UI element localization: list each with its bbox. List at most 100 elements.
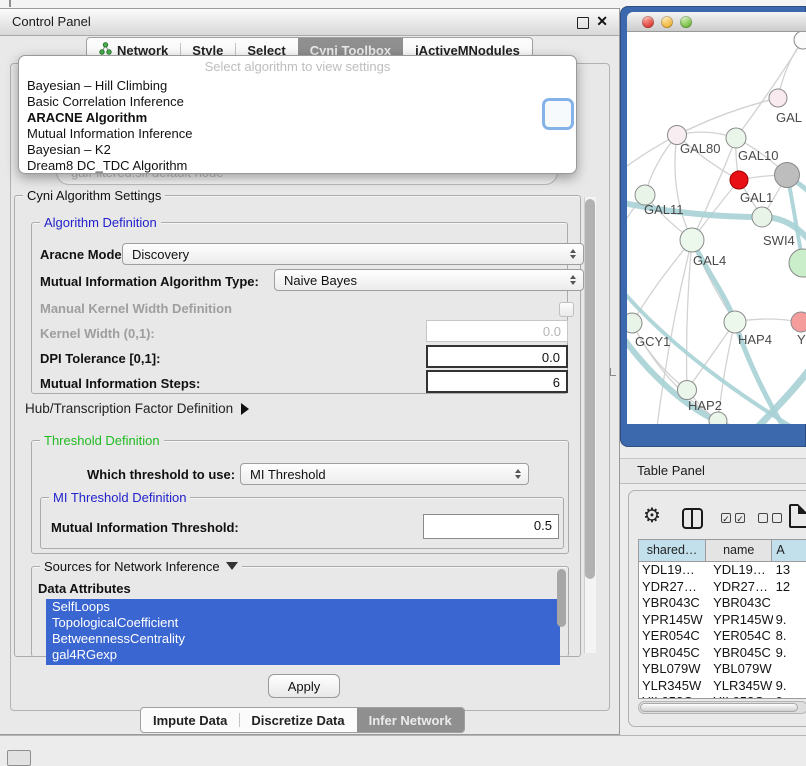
network-window-titlebar[interactable] (627, 12, 806, 32)
panel-splitter-handle[interactable] (610, 368, 616, 376)
table-cell: YBR043C (706, 595, 773, 612)
network-node[interactable] (752, 207, 772, 227)
table-cell: YBR045C (706, 645, 773, 662)
which-threshold-value: MI Threshold (250, 467, 326, 482)
sources-group-title[interactable]: Sources for Network Inference (40, 559, 242, 574)
table-cell: YBL079W (706, 661, 773, 678)
float-window-icon[interactable] (577, 17, 589, 29)
table-cell: 9. (773, 678, 806, 695)
apply-button[interactable]: Apply (268, 674, 340, 698)
data-attribute-item[interactable]: BetweennessCentrality (46, 631, 560, 647)
control-panel-titlebar: Control Panel ✕ (0, 9, 619, 36)
algorithm-option[interactable]: Basic Correlation Inference (19, 94, 576, 110)
network-node[interactable] (709, 412, 727, 424)
stepper-arrows-icon (570, 249, 576, 259)
dpi-tolerance-input[interactable]: 0.0 (426, 345, 568, 368)
settings-group-title: Cyni Algorithm Settings (23, 188, 165, 203)
table-panel-title: Table Panel (637, 459, 705, 483)
algorithm-option[interactable]: Bayesian – K2 (19, 142, 576, 158)
column-header[interactable]: name (706, 540, 772, 562)
network-node-label: HAP4 (738, 332, 772, 347)
network-canvas[interactable]: GALGAL80GAL10GAL1GAL11SWI4GAL4GCY1HAP4YH… (627, 32, 806, 424)
kernel-width-input[interactable]: 0.0 (426, 320, 568, 342)
network-node-label: GAL1 (740, 190, 773, 205)
manual-kernel-checkbox[interactable] (559, 302, 574, 317)
data-attribute-item[interactable]: SelfLoops (46, 599, 560, 615)
column-header[interactable]: A (772, 540, 806, 562)
table-cell: YER054C (706, 628, 773, 645)
hide-columns-icon[interactable] (758, 513, 782, 523)
table-cell: YBR043C (639, 595, 706, 612)
data-attribute-item[interactable]: TopologicalCoefficient (46, 615, 560, 631)
table-cell: 12 (773, 579, 806, 596)
focused-search-button[interactable] (542, 98, 574, 130)
table-row[interactable]: YBR045CYBR045C9. (639, 645, 806, 662)
aracne-mode-combo[interactable]: Discovery (122, 243, 584, 265)
aracne-mode-label: Aracne Mode: (40, 247, 126, 262)
table-row[interactable]: YER054CYER054C8. (639, 628, 806, 645)
table-cell: YIL052C (706, 694, 773, 699)
table-cell: 9. (773, 645, 806, 662)
network-edge[interactable] (677, 98, 778, 135)
split-columns-icon[interactable] (682, 508, 703, 529)
table-row[interactable]: YIL052CYIL052C9 (639, 694, 806, 699)
node-attribute-table[interactable]: shared…nameA YDL19…YDL19…13YDR27…YDR27…1… (638, 539, 806, 699)
window-zoom-button[interactable] (680, 16, 692, 28)
aracne-mode-value: Discovery (132, 247, 189, 262)
network-node[interactable] (794, 32, 806, 49)
table-row[interactable]: YLR345WYLR345W9. (639, 678, 806, 695)
tab-infer-network[interactable]: Infer Network (357, 708, 464, 732)
network-view-window: GALGAL80GAL10GAL1GAL11SWI4GAL4GCY1HAP4YH… (620, 6, 806, 447)
algorithm-option[interactable]: Bayesian – Hill Climbing (19, 78, 576, 94)
network-edge[interactable] (687, 240, 692, 390)
tab-impute-data[interactable]: Impute Data (141, 708, 239, 732)
table-hscrollbar-track[interactable] (638, 701, 806, 714)
table-panel-container: ⚙ ✓✓ shared…nameA YDL19…YDL19…13YDR27…YD… (628, 490, 806, 727)
network-node[interactable] (680, 228, 704, 252)
network-node[interactable] (678, 381, 697, 400)
show-columns-icon[interactable]: ✓✓ (721, 513, 745, 523)
network-node[interactable] (627, 313, 642, 333)
network-node[interactable] (726, 128, 746, 148)
table-body: YDL19…YDL19…13YDR27…YDR27…12YBR043CYBR04… (639, 562, 806, 699)
network-node[interactable] (724, 311, 746, 333)
window-close-button[interactable] (642, 16, 654, 28)
document-icon[interactable] (789, 504, 806, 528)
bottom-divider (0, 735, 806, 736)
threshold-definition-group: Threshold Definition Which threshold to … (31, 440, 569, 554)
network-node[interactable] (775, 163, 800, 188)
algorithm-option[interactable]: Mutual Information Inference (19, 126, 576, 142)
tab-discretize-data[interactable]: Discretize Data (239, 708, 356, 732)
table-cell: YER054C (639, 628, 706, 645)
mi-steps-input[interactable]: 6 (426, 370, 568, 393)
close-icon[interactable]: ✕ (596, 13, 608, 30)
table-row[interactable]: YPR145WYPR145W9. (639, 612, 806, 629)
collapsed-panel-button[interactable] (7, 750, 31, 766)
which-threshold-combo[interactable]: MI Threshold (240, 463, 529, 485)
mi-type-combo[interactable]: Naive Bayes (274, 269, 584, 291)
hub-definition-expander[interactable]: Hub/Transcription Factor Definition (25, 401, 249, 416)
table-row[interactable]: YDR27…YDR27…12 (639, 579, 806, 596)
network-node[interactable] (791, 312, 806, 332)
algorithm-option[interactable]: Dream8 DC_TDC Algorithm (19, 158, 576, 174)
table-hscrollbar-thumb[interactable] (640, 703, 798, 712)
network-node[interactable] (789, 249, 806, 277)
data-attribute-item[interactable]: gal4RGexp (46, 647, 560, 663)
table-row[interactable]: YBL079WYBL079W (639, 661, 806, 678)
tab-label: Impute Data (153, 713, 227, 728)
table-cell: YIL052C (639, 694, 706, 699)
column-header[interactable]: shared… (639, 540, 706, 562)
table-cell (773, 661, 806, 678)
gear-icon[interactable]: ⚙ (643, 506, 661, 526)
table-row[interactable]: YDL19…YDL19…13 (639, 562, 806, 579)
table-row[interactable]: YBR043CYBR043C (639, 595, 806, 612)
window-minimize-button[interactable] (661, 16, 673, 28)
settings-scrollbar-thumb[interactable] (585, 199, 595, 579)
table-cell: YBR045C (639, 645, 706, 662)
network-node[interactable] (730, 171, 748, 189)
mi-threshold-input[interactable]: 0.5 (423, 514, 559, 539)
list-scrollbar[interactable] (557, 569, 566, 627)
network-node[interactable] (769, 89, 787, 107)
algorithm-option[interactable]: ARACNE Algorithm (19, 110, 576, 126)
network-graph[interactable]: GALGAL80GAL10GAL1GAL11SWI4GAL4GCY1HAP4YH… (627, 32, 806, 424)
